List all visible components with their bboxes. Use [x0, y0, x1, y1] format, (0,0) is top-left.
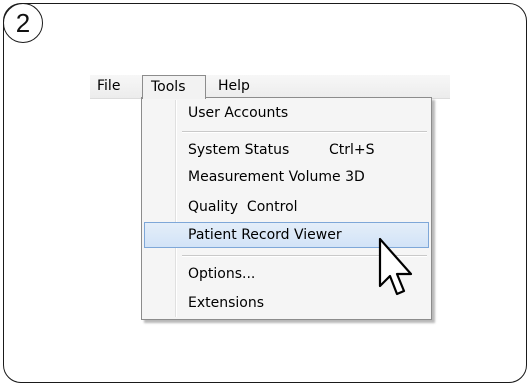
menu-item-user-accounts[interactable]: User Accounts	[144, 100, 429, 126]
menu-item-quality-control[interactable]: Quality Control	[144, 194, 429, 220]
menu-item-label: System Status	[188, 142, 290, 158]
menu-item-label: Extensions	[188, 295, 265, 311]
menu-separator	[182, 131, 427, 133]
menu-item-label: User Accounts	[188, 105, 289, 121]
menu-tools[interactable]: Tools	[142, 75, 206, 99]
menu-help[interactable]: Help	[218, 75, 250, 98]
menu-bar: File Tools Help	[90, 75, 450, 99]
menu-item-system-status[interactable]: System Status Ctrl+S	[144, 137, 429, 163]
menu-item-shortcut: Ctrl+S	[329, 142, 375, 158]
menu-item-label: Patient Record Viewer	[188, 227, 342, 243]
menu-item-label: Measurement Volume 3D	[188, 169, 365, 185]
menu-item-label: Quality Control	[188, 199, 298, 215]
menu-item-label: Options...	[188, 266, 256, 282]
menu-item-measurement-volume-3d[interactable]: Measurement Volume 3D	[144, 164, 429, 190]
menu-file[interactable]: File	[97, 75, 120, 98]
arrow-cursor-icon	[378, 237, 413, 296]
step-number: 2	[15, 7, 31, 38]
step-number-badge: 2	[3, 3, 43, 43]
